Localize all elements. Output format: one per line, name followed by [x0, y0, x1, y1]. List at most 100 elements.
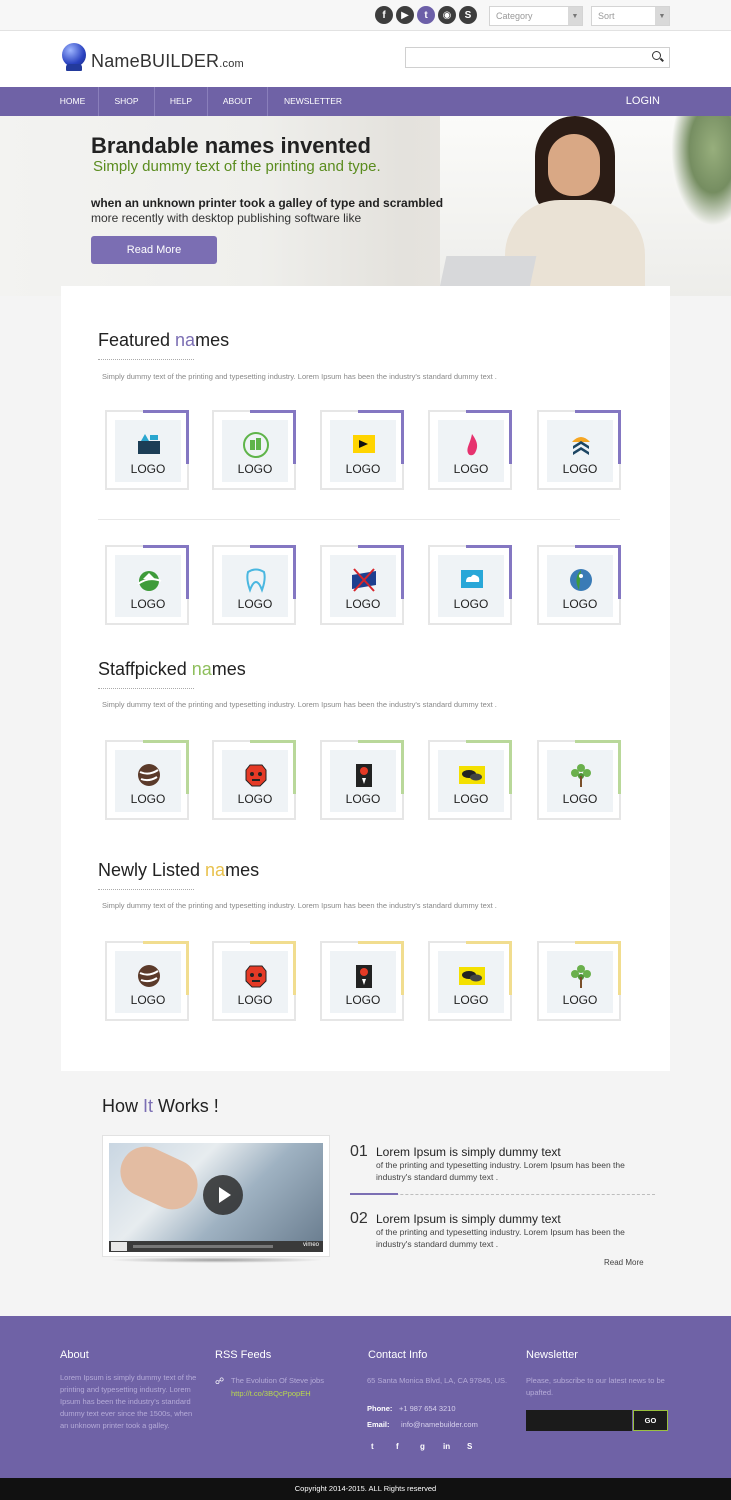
newsletter-go-button[interactable]: GO	[633, 1410, 668, 1431]
how-title-word: How	[102, 1096, 144, 1116]
logo-card[interactable]: LOGO	[428, 545, 512, 625]
step-title: Lorem Ipsum is simply dummy text	[376, 1212, 561, 1226]
rss-icon: ☍	[215, 1376, 225, 1386]
cloud-logo-icon	[461, 570, 483, 588]
card-inner: LOGO	[222, 750, 288, 812]
brand-suffix: .com	[219, 58, 244, 70]
site-logo[interactable]: NameBUILDER.com	[91, 51, 244, 72]
chevron-down-icon: ▼	[568, 7, 582, 25]
featured-title: Featured names	[98, 330, 229, 351]
facebook-icon[interactable]: f	[375, 6, 393, 24]
rss-item[interactable]: The Evolution Of Steve jobs	[231, 1375, 324, 1387]
logo-card[interactable]: LOGO	[537, 410, 621, 490]
newly-listed-description: Simply dummy text of the printing and ty…	[102, 901, 497, 910]
card-inner: LOGO	[115, 420, 181, 482]
logo-label: LOGO	[237, 993, 273, 1007]
tree-logo-icon	[571, 965, 591, 988]
logo-card[interactable]: LOGO	[105, 410, 189, 490]
google-plus-icon[interactable]: g	[420, 1442, 425, 1451]
logo-label: LOGO	[130, 792, 166, 806]
youtube-icon[interactable]: ▶	[396, 6, 414, 24]
logo-card[interactable]: LOGO	[537, 941, 621, 1021]
step-text: of the printing and typesetting industry…	[376, 1160, 625, 1182]
sort-select[interactable]: Sort ▼	[591, 6, 670, 26]
nav-help[interactable]: HELP	[155, 87, 208, 116]
video-shadow	[108, 1257, 324, 1263]
logo-card[interactable]: LOGO	[320, 941, 404, 1021]
staffpicked-underline	[98, 688, 194, 689]
hero-text: more recently with desktop publishing so…	[91, 211, 362, 225]
card-inner: LOGO	[222, 951, 288, 1013]
nav-shop[interactable]: SHOP	[99, 87, 155, 116]
logo-card[interactable]: LOGO	[537, 740, 621, 820]
how-read-more-link[interactable]: Read More	[604, 1258, 644, 1267]
logo-card[interactable]: LOGO	[212, 941, 296, 1021]
twitter-icon[interactable]: t	[371, 1442, 374, 1451]
read-more-button[interactable]: Read More	[91, 236, 217, 264]
rss-link[interactable]: http://t.co/3BQcPpopEH	[231, 1389, 311, 1398]
hero-title: Brandable names invented	[91, 133, 371, 158]
globe-logo-icon[interactable]	[62, 43, 86, 71]
social-links: f ▶ t ◉ S	[375, 6, 477, 24]
home-globe-logo-icon	[137, 571, 162, 591]
card-inner: LOGO	[547, 555, 613, 617]
phone-label: Phone:	[367, 1404, 393, 1413]
nav-home[interactable]: HOME	[47, 87, 99, 116]
play-icon[interactable]	[203, 1175, 243, 1215]
logo-card[interactable]: LOGO	[428, 410, 512, 490]
eastcoast-logo-icon	[352, 568, 376, 592]
tree-logo-icon	[571, 764, 591, 787]
featured-title-accent: na	[175, 330, 196, 350]
featured-underline	[98, 359, 194, 360]
category-select[interactable]: Category ▼	[489, 6, 583, 26]
nav-newsletter[interactable]: NEWSLETTER	[268, 87, 358, 116]
logo-card[interactable]: LOGO	[428, 740, 512, 820]
card-inner: LOGO	[330, 555, 396, 617]
logo-card[interactable]: LOGO	[212, 740, 296, 820]
site-footer: About Lorem Ipsum is simply dummy text o…	[0, 1316, 731, 1478]
logo-card[interactable]: LOGO	[212, 545, 296, 625]
logo-label: LOGO	[453, 597, 489, 611]
logo-card[interactable]: LOGO	[105, 941, 189, 1021]
logo-card[interactable]: LOGO	[537, 545, 621, 625]
facebook-icon[interactable]: f	[396, 1442, 399, 1451]
featured-title-rest: mes	[195, 330, 230, 350]
card-inner: LOGO	[438, 420, 504, 482]
vimeo-label[interactable]: vimeo	[303, 1242, 319, 1248]
logo-label: LOGO	[345, 462, 381, 476]
featured-description: Simply dummy text of the printing and ty…	[102, 372, 497, 381]
linkedin-icon[interactable]: in	[443, 1442, 450, 1451]
footer-about-text: Lorem Ipsum is simply dummy text of the …	[60, 1373, 197, 1430]
step-separator	[350, 1193, 655, 1195]
newsletter-email-input[interactable]	[526, 1410, 632, 1431]
nav-about[interactable]: ABOUT	[208, 87, 268, 116]
robot-face-logo-icon	[245, 965, 267, 988]
brand-name: NameBUILDER	[91, 51, 220, 71]
play-button[interactable]	[111, 1242, 127, 1251]
video-progress[interactable]	[133, 1245, 273, 1248]
logo-card[interactable]: LOGO	[320, 545, 404, 625]
login-link[interactable]: LOGIN	[626, 87, 660, 115]
logo-card[interactable]: LOGO	[105, 740, 189, 820]
logo-label: LOGO	[237, 462, 273, 476]
logo-label: LOGO	[562, 597, 598, 611]
logo-card[interactable]: LOGO	[105, 545, 189, 625]
video-player[interactable]: vimeo	[102, 1135, 330, 1257]
logo-label: LOGO	[562, 993, 598, 1007]
flame-logo-icon	[467, 434, 478, 456]
sunrise-logo-icon	[572, 437, 590, 455]
logo-card[interactable]: LOGO	[212, 410, 296, 490]
search-icon[interactable]	[652, 51, 661, 60]
logo-card[interactable]: LOGO	[320, 740, 404, 820]
rss-icon[interactable]: ◉	[438, 6, 456, 24]
email-value[interactable]: info@namebuilder.com	[401, 1420, 478, 1429]
newly-listed-title: Newly Listed names	[98, 860, 259, 881]
step-number: 01	[350, 1143, 368, 1160]
logo-card[interactable]: LOGO	[320, 410, 404, 490]
twitter-icon[interactable]: t	[417, 6, 435, 24]
skype-icon[interactable]: S	[467, 1442, 472, 1451]
search-input[interactable]	[405, 47, 670, 68]
skype-icon[interactable]: S	[459, 6, 477, 24]
newly-listed-underline	[98, 889, 194, 890]
logo-card[interactable]: LOGO	[428, 941, 512, 1021]
